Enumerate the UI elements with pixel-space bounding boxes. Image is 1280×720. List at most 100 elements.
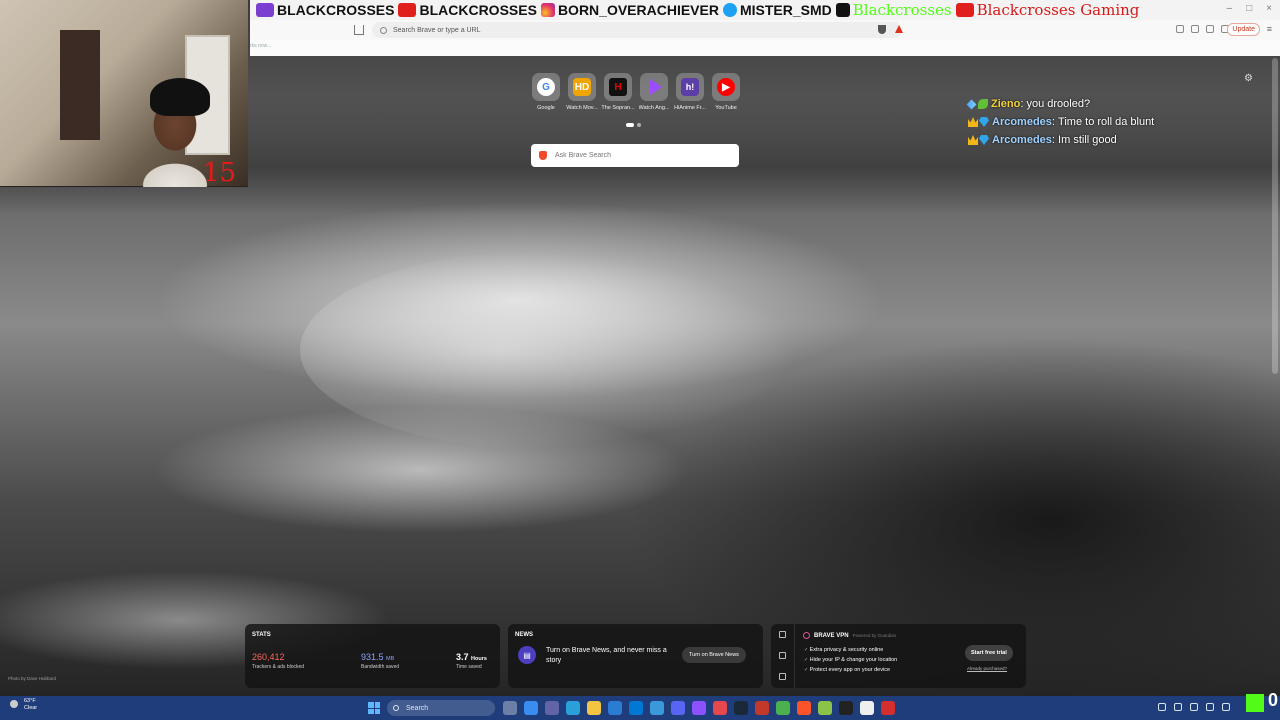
- top-site-label: HiAnime Fr...: [674, 105, 706, 111]
- bandwidth-caption: Bandwidth saved: [361, 664, 400, 670]
- steam-icon[interactable]: [734, 701, 748, 715]
- social-label: BORN_OVERACHIEVER: [557, 2, 719, 18]
- address-placeholder: Search Brave or type a URL: [393, 26, 481, 34]
- chat-username: Arcomedes: [992, 134, 1052, 146]
- turn-on-news-button[interactable]: Turn on Brave News: [682, 647, 746, 663]
- top-site-youtube[interactable]: ▶ YouTube: [708, 73, 744, 111]
- top-site-sopranos[interactable]: H The Sopran...: [600, 73, 636, 111]
- youtube-icon: [955, 3, 974, 17]
- vpn-feature: Extra privacy & security online: [804, 645, 897, 655]
- shield-icon[interactable]: [779, 631, 786, 638]
- already-purchased-link[interactable]: Already purchased?: [967, 666, 1007, 671]
- kick-icon: [835, 3, 850, 17]
- trackers-caption: Trackers & ads blocked: [252, 664, 305, 670]
- bookmarks-hint[interactable]: rks now...: [250, 43, 271, 49]
- discord-icon[interactable]: [671, 701, 685, 715]
- widgets-icon[interactable]: [524, 701, 538, 715]
- edge-icon[interactable]: [566, 701, 580, 715]
- task-view-icon[interactable]: [503, 701, 517, 715]
- app-icon[interactable]: [713, 701, 727, 715]
- settings-icon[interactable]: [839, 701, 853, 715]
- file-explorer-icon[interactable]: [587, 701, 601, 715]
- chat-message: Zieno: you drooled?: [966, 98, 1154, 110]
- taskbar-search-placeholder: Search: [406, 704, 429, 712]
- settings-gear-icon[interactable]: ⚙: [1244, 73, 1253, 84]
- update-button[interactable]: Update: [1227, 23, 1260, 36]
- chevron-up-icon[interactable]: [1158, 703, 1166, 711]
- sidebar-icon[interactable]: [1176, 25, 1184, 33]
- news-title: NEWS: [515, 632, 533, 638]
- scrollbar[interactable]: [1272, 58, 1278, 374]
- photos-icon[interactable]: [650, 701, 664, 715]
- twitter-icon: [722, 3, 737, 17]
- taskbar-search[interactable]: Search: [387, 700, 495, 716]
- stats-title: STATS: [252, 632, 271, 638]
- page-dot[interactable]: [637, 123, 641, 127]
- top-site-label: Watch Mov...: [566, 105, 598, 111]
- social-twitch: BLACKCROSSES: [256, 2, 394, 18]
- battery-icon[interactable]: [1222, 703, 1230, 711]
- search-input[interactable]: [555, 152, 725, 159]
- minimize-icon[interactable]: –: [1227, 3, 1233, 14]
- extensions-icon[interactable]: [1191, 25, 1199, 33]
- youtube-icon: [398, 3, 417, 17]
- weather-widget[interactable]: 63°F Clear: [10, 698, 37, 712]
- mail-icon[interactable]: [629, 701, 643, 715]
- social-youtube: BLACKCROSSES: [398, 2, 537, 18]
- stats-widget[interactable]: STATS 260,412 Trackers & ads blocked 931…: [245, 624, 500, 688]
- brave-rewards-icon[interactable]: [895, 25, 903, 33]
- app-icon[interactable]: [860, 701, 874, 715]
- top-site-google[interactable]: G Google: [528, 73, 564, 111]
- menu-icon[interactable]: ≡: [1267, 24, 1272, 34]
- moon-icon: [10, 700, 18, 708]
- crown-badge-icon: [968, 135, 978, 145]
- bandwidth-unit: MB: [386, 656, 395, 662]
- chat-text: you drooled?: [1026, 98, 1091, 110]
- mic-icon[interactable]: [1190, 703, 1198, 711]
- speaker-icon[interactable]: [1206, 703, 1214, 711]
- close-icon[interactable]: ×: [1266, 3, 1272, 14]
- app-icon[interactable]: [818, 701, 832, 715]
- wallet-icon[interactable]: [1206, 25, 1214, 33]
- top-site-watch-movies[interactable]: HD Watch Mov...: [564, 73, 600, 111]
- vpn-features: Extra privacy & security online Hide you…: [804, 645, 898, 675]
- page-dot[interactable]: [626, 123, 634, 127]
- store-icon[interactable]: [608, 701, 622, 715]
- taskbar-apps: [503, 701, 895, 715]
- top-site-watch-anime[interactable]: Watch Ang...: [636, 73, 672, 111]
- start-free-trial-button[interactable]: Start free trial: [965, 645, 1013, 661]
- chrome-icon[interactable]: [776, 701, 790, 715]
- social-label: Blackcrosses: [852, 1, 952, 19]
- photo-credit[interactable]: Photo by Dave Hubbard: [8, 676, 56, 681]
- obs-icon[interactable]: [755, 701, 769, 715]
- bandwidth-value: 931.5: [361, 652, 384, 662]
- maximize-icon[interactable]: □: [1246, 3, 1252, 14]
- bookmark-icon[interactable]: [354, 25, 364, 35]
- social-label: BLACKCROSSES: [419, 2, 537, 18]
- top-site-label: YouTube: [715, 105, 737, 111]
- vpn-feature: Protect every app on your device: [804, 665, 897, 675]
- brave-shields-icon[interactable]: [878, 25, 886, 34]
- top-site-hianime[interactable]: h! HiAnime Fr...: [672, 73, 708, 111]
- card-icon[interactable]: [779, 673, 786, 680]
- bookshelf: [60, 30, 100, 140]
- address-bar[interactable]: Search Brave or type a URL: [372, 22, 902, 38]
- start-button[interactable]: [368, 702, 380, 714]
- weather-temp: 63°F: [24, 698, 36, 704]
- app-icon[interactable]: [881, 701, 895, 715]
- network-icon[interactable]: [1174, 703, 1182, 711]
- vivaldi-icon[interactable]: [692, 701, 706, 715]
- teams-icon[interactable]: [545, 701, 559, 715]
- brave-icon[interactable]: [797, 701, 811, 715]
- vpn-logo-icon: [803, 632, 810, 639]
- search-icon: [393, 705, 399, 711]
- gem-badge-icon: [979, 117, 989, 127]
- news-text: Turn on Brave News, and never miss a sto…: [546, 647, 667, 664]
- widget-side-rail: [771, 624, 795, 688]
- play-icon: [645, 78, 663, 96]
- brave-search-box[interactable]: [531, 144, 739, 167]
- top-sites: G Google HD Watch Mov... H The Sopran...…: [528, 73, 744, 111]
- rewards-icon[interactable]: [779, 652, 786, 659]
- salt-flat: [300, 250, 800, 450]
- sopranos-icon: H: [609, 78, 627, 96]
